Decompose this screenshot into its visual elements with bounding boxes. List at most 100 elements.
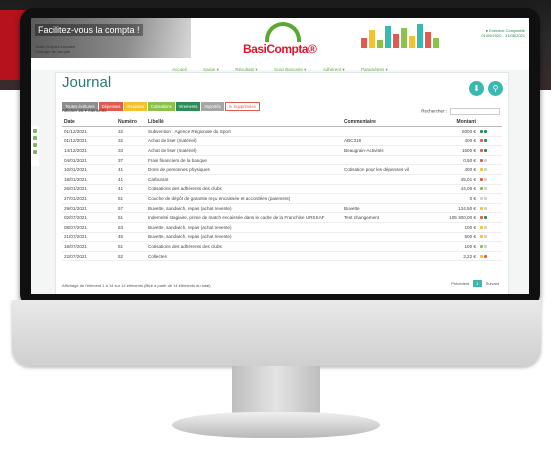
category-icon[interactable]	[480, 158, 483, 162]
category-icon[interactable]	[480, 206, 483, 210]
table-row[interactable]: 22/07/2021 52 Collectes 3,22 €	[62, 251, 502, 262]
header-decorative-chart	[361, 24, 461, 56]
cell-libelle: Carburant	[146, 174, 342, 185]
table-row[interactable]: 04/01/2021 37 Frais financiers de la banqu…	[62, 155, 502, 166]
page-length-select[interactable]: Afficher 25 ▾ éléments	[62, 108, 106, 114]
status-icon[interactable]	[484, 244, 487, 248]
cell-libelle: Buvette, sandwich, repas (achat revente)	[146, 232, 342, 243]
search-field[interactable]: Rechercher :	[421, 108, 500, 115]
category-icon[interactable]	[480, 168, 483, 172]
cell-libelle: Collectes	[146, 251, 342, 262]
status-icon[interactable]	[484, 187, 487, 191]
status-icon[interactable]	[484, 225, 487, 229]
tab-cotisations[interactable]: Cotisations	[147, 102, 175, 111]
cell-montant: 1600 €	[438, 145, 478, 156]
monitor-stand-neck	[232, 366, 320, 418]
status-icon[interactable]	[484, 168, 487, 172]
cell-commentaire	[342, 241, 438, 252]
cell-montant: 134,50 €	[438, 203, 478, 214]
table-row[interactable]: 21/07/2021 45 Buvette, sandwich, repas (ac…	[62, 232, 502, 243]
screen: Facilitez-vous la compta ! Justin Dupont…	[31, 18, 529, 294]
category-icon[interactable]	[480, 139, 483, 143]
table-row[interactable]: 14/12/2021 33 Achat de liser (matériel) Bea…	[62, 145, 502, 156]
cell-numero: 53	[116, 222, 146, 233]
exercice-selector[interactable]: ● Exercice Comptable 01/09/2020 - 31/08/…	[481, 28, 525, 38]
cell-date: 21/07/2021	[62, 232, 116, 243]
table-row[interactable]: 02/07/2021 51 Indemnité stagiaire, prime d…	[62, 212, 502, 223]
category-icon[interactable]	[480, 148, 483, 152]
exercice-dates: 01/09/2020 - 31/08/2021	[481, 33, 525, 38]
col-numero[interactable]: Numéro	[116, 117, 146, 127]
status-icon[interactable]	[484, 196, 487, 200]
status-icon[interactable]	[484, 139, 487, 143]
table-row[interactable]: 08/07/2021 53 Buvette, sandwich, repas (ac…	[62, 222, 502, 233]
cell-libelle: Cotisations des adhérents des clubs	[146, 241, 342, 252]
tab-importes[interactable]: Importés	[201, 102, 224, 111]
logo-text: BasiCompta®	[243, 42, 317, 56]
category-icon[interactable]	[480, 177, 483, 181]
cell-actions	[478, 251, 502, 262]
table-row[interactable]: 27/01/2021 51 Couche de dépôt de garantie …	[62, 193, 502, 204]
table-row[interactable]: 01/12/2021 32 Achat de liser (matériel) ABC…	[62, 136, 502, 147]
category-icon[interactable]	[480, 235, 483, 239]
cell-actions	[478, 136, 502, 147]
cell-actions	[478, 184, 502, 195]
download-button[interactable]: ⬇	[469, 81, 484, 96]
tab-recettes[interactable]: Recettes	[124, 102, 147, 111]
search-input[interactable]	[450, 108, 500, 115]
col-commentaire[interactable]: Commentaire	[342, 117, 438, 127]
category-icon[interactable]	[480, 129, 483, 133]
status-icon[interactable]	[484, 158, 487, 162]
pagination-prev[interactable]: Précédent	[448, 280, 472, 287]
tab-supprimees[interactable]: ⊖ Supprimées	[224, 102, 260, 111]
pagination-page[interactable]: 1	[473, 280, 482, 287]
category-icon[interactable]	[480, 244, 483, 248]
status-icon[interactable]	[484, 216, 487, 220]
status-icon[interactable]	[484, 206, 487, 210]
table-row[interactable]: 01/12/2021 32 Subvention : Agence Régional…	[62, 126, 502, 137]
category-icon[interactable]	[480, 254, 483, 258]
category-icon[interactable]	[480, 196, 483, 200]
basicompta-logo[interactable]: BasiCompta®	[243, 22, 323, 62]
cell-commentaire	[342, 232, 438, 243]
main-nav: Accueil Saisie ▾ Résultats ▾ Suivi Banca…	[31, 58, 529, 72]
cell-date: 29/01/2021	[62, 203, 116, 214]
table-row[interactable]: 10/01/2021 41 Dons de personnes physiques C…	[62, 164, 502, 175]
pagination-next[interactable]: Suivant	[483, 280, 502, 287]
category-icon[interactable]	[480, 187, 483, 191]
tab-virements[interactable]: Virements	[175, 102, 201, 111]
cell-actions	[478, 241, 502, 252]
sidebar-folder-icon[interactable]	[33, 136, 37, 140]
change-account-link[interactable]: Changer de compte	[35, 49, 75, 54]
cell-numero: 41	[116, 184, 146, 195]
table-row[interactable]: 18/01/2021 41 Carburant 45,01 €	[62, 174, 502, 185]
cell-actions	[478, 164, 502, 175]
col-date[interactable]: Date	[62, 117, 116, 127]
table-row[interactable]: 26/01/2021 41 Cotisations des adhérents de…	[62, 184, 502, 195]
cell-commentaire	[342, 155, 438, 166]
search-button[interactable]: ⚲	[488, 81, 503, 96]
table-row[interactable]: 29/01/2021 57 Buvette, sandwich, repas (ac…	[62, 203, 502, 214]
sidebar-chart-icon[interactable]	[33, 143, 37, 147]
cell-numero: 45	[116, 232, 146, 243]
status-icon[interactable]	[484, 177, 487, 181]
status-icon[interactable]	[484, 254, 487, 258]
cell-libelle: Achat de liser (matériel)	[146, 136, 342, 147]
col-montant[interactable]: Montant	[438, 117, 478, 127]
cell-libelle: Achat de liser (matériel)	[146, 145, 342, 156]
page-title: Journal	[62, 74, 112, 91]
col-libelle[interactable]: Libellé	[146, 117, 342, 127]
category-icon[interactable]	[480, 225, 483, 229]
category-icon[interactable]	[480, 216, 483, 220]
sidebar-settings-icon[interactable]	[33, 150, 37, 154]
cell-commentaire	[342, 126, 438, 137]
status-icon[interactable]	[484, 148, 487, 152]
search-label: Rechercher :	[421, 108, 447, 114]
status-icon[interactable]	[484, 129, 487, 133]
cell-commentaire: Buvette	[342, 203, 438, 214]
user-info[interactable]: Justin Dupont-Lemaire Changer de compte	[35, 44, 75, 54]
status-icon[interactable]	[484, 235, 487, 239]
table-row[interactable]: 18/07/2021 51 Cotisations des adhérents de…	[62, 241, 502, 252]
sidebar-plus-icon[interactable]	[33, 129, 37, 133]
monitor-stand-foot	[172, 412, 380, 438]
